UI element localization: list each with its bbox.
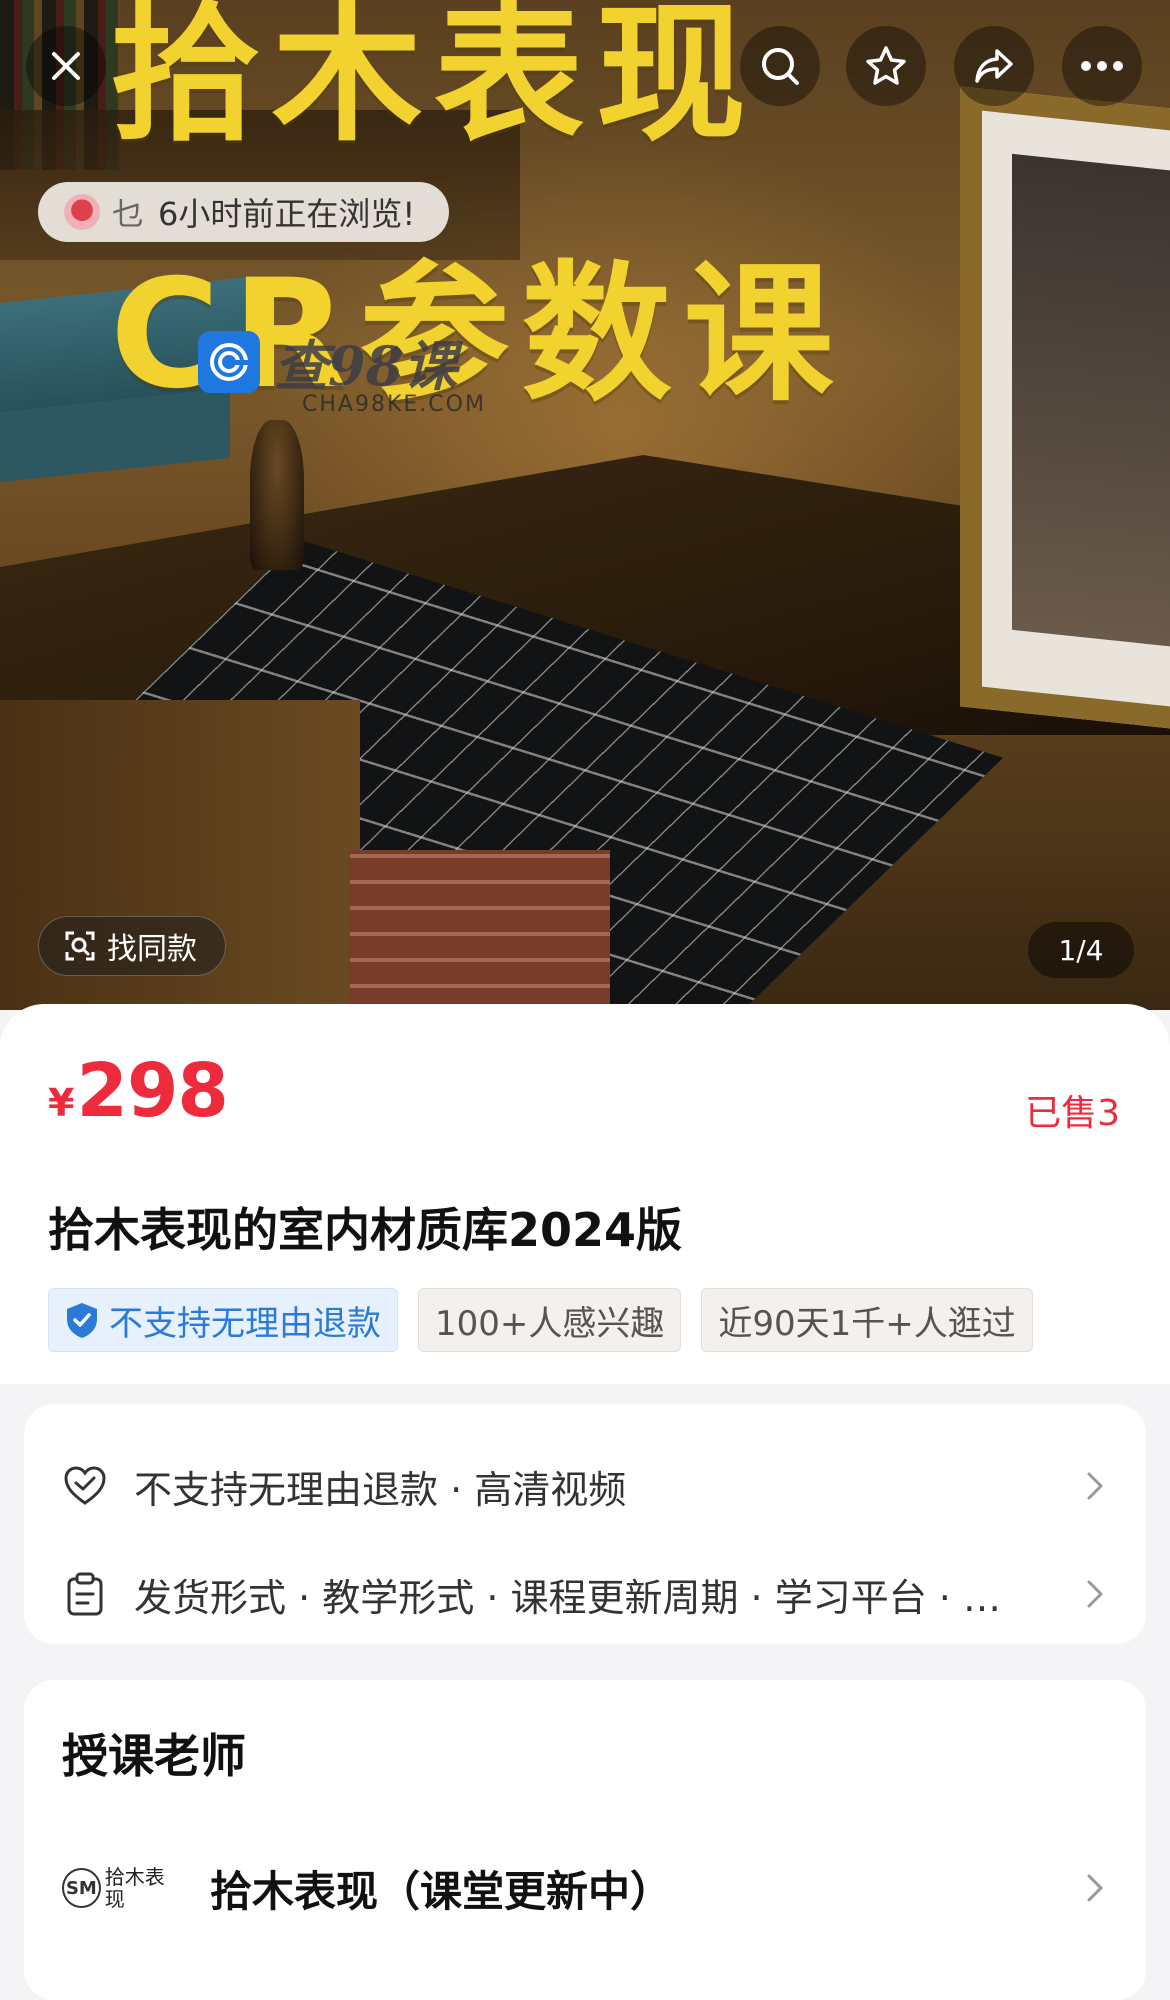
teacher-row[interactable]: SM 拾木表现 拾木表现（课堂更新中） (62, 1850, 1106, 1926)
tag-label: 近90天1千+人逛过 (718, 1303, 1016, 1344)
service-guarantee-row[interactable]: 不支持无理由退款 · 高清视频 (62, 1456, 1106, 1516)
product-image-carousel[interactable]: 拾木表现 CR参数课 查98课 CHA98KE.COM 乜 6小时前正在浏览! … (0, 0, 1170, 1010)
tag-list: 不支持无理由退款 100+人感兴趣 近90天1千+人逛过 (48, 1288, 1033, 1352)
teacher-heading: 授课老师 (62, 1729, 246, 1783)
brick-wall (350, 850, 610, 1010)
watermark: 查98课 (198, 322, 457, 401)
browse-text: 6小时前正在浏览! (158, 195, 416, 233)
tag-label: 100+人感兴趣 (435, 1303, 665, 1344)
course-params-row[interactable]: 发货形式 · 教学形式 · 课程更新周期 · 学习平台 · … (62, 1564, 1106, 1624)
heart-check-icon (64, 1466, 106, 1505)
page-indicator: 1/4 (1028, 922, 1134, 978)
picture-frame (960, 86, 1170, 734)
more-icon (1081, 61, 1123, 71)
browse-user: 乜 (112, 195, 145, 233)
price: ¥ 298 (48, 1048, 229, 1134)
find-same-button[interactable]: 找同款 (38, 916, 226, 976)
product-summary-card: ¥ 298 已售3 拾木表现的室内材质库2024版 不支持无理由退款 100+人… (0, 1004, 1170, 1384)
chevron-right-icon (1087, 1580, 1103, 1608)
tag-label: 不支持无理由退款 (109, 1303, 381, 1344)
teacher-logo: SM 拾木表现 (62, 1863, 182, 1913)
avatar (64, 194, 100, 230)
watermark-text: 查98课 (274, 334, 458, 398)
close-icon (52, 52, 80, 80)
vase-decor (250, 420, 304, 570)
service-guarantee-text: 不支持无理由退款 · 高清视频 (134, 1467, 627, 1512)
teacher-logo-mark: SM (62, 1868, 101, 1908)
clipboard-icon (67, 1572, 103, 1616)
hero-title: 拾木表现 (110, 0, 759, 162)
teacher-name: 拾木表现（课堂更新中） (210, 1866, 673, 1916)
course-params-text: 发货形式 · 教学形式 · 课程更新周期 · 学习平台 · … (134, 1575, 1001, 1620)
chevron-right-icon (1087, 1874, 1103, 1902)
service-info-card: 不支持无理由退款 · 高清视频 发货形式 · 教学形式 · 课程更新周期 · 学… (24, 1404, 1146, 1644)
sold-count: 已售3 (1025, 1093, 1120, 1134)
share-icon (975, 49, 1013, 83)
teacher-logo-text: 拾木表现 (104, 1865, 165, 1911)
currency-symbol: ¥ (48, 1081, 75, 1125)
price-value: 298 (76, 1048, 228, 1134)
recent-browse-badge: 乜 6小时前正在浏览! (38, 182, 450, 242)
favorite-button[interactable] (846, 26, 926, 106)
share-button[interactable] (954, 26, 1034, 106)
find-same-label: 找同款 (107, 932, 197, 967)
refund-policy-tag[interactable]: 不支持无理由退款 (48, 1288, 398, 1352)
chevron-right-icon (1087, 1472, 1103, 1500)
watermark-logo-icon (198, 330, 260, 393)
shield-icon (67, 1303, 97, 1338)
visits-tag: 近90天1千+人逛过 (701, 1288, 1033, 1352)
more-button[interactable] (1062, 26, 1142, 106)
teacher-card: 授课老师 SM 拾木表现 拾木表现（课堂更新中） (24, 1680, 1146, 2000)
interest-tag: 100+人感兴趣 (418, 1288, 682, 1352)
search-button[interactable] (740, 26, 820, 106)
watermark-url: CHA98KE.COM (302, 392, 486, 417)
star-icon (866, 46, 906, 85)
search-icon (762, 48, 799, 85)
product-title: 拾木表现的室内材质库2024版 (48, 1203, 683, 1257)
close-button[interactable] (26, 26, 106, 106)
scan-icon (65, 931, 95, 961)
